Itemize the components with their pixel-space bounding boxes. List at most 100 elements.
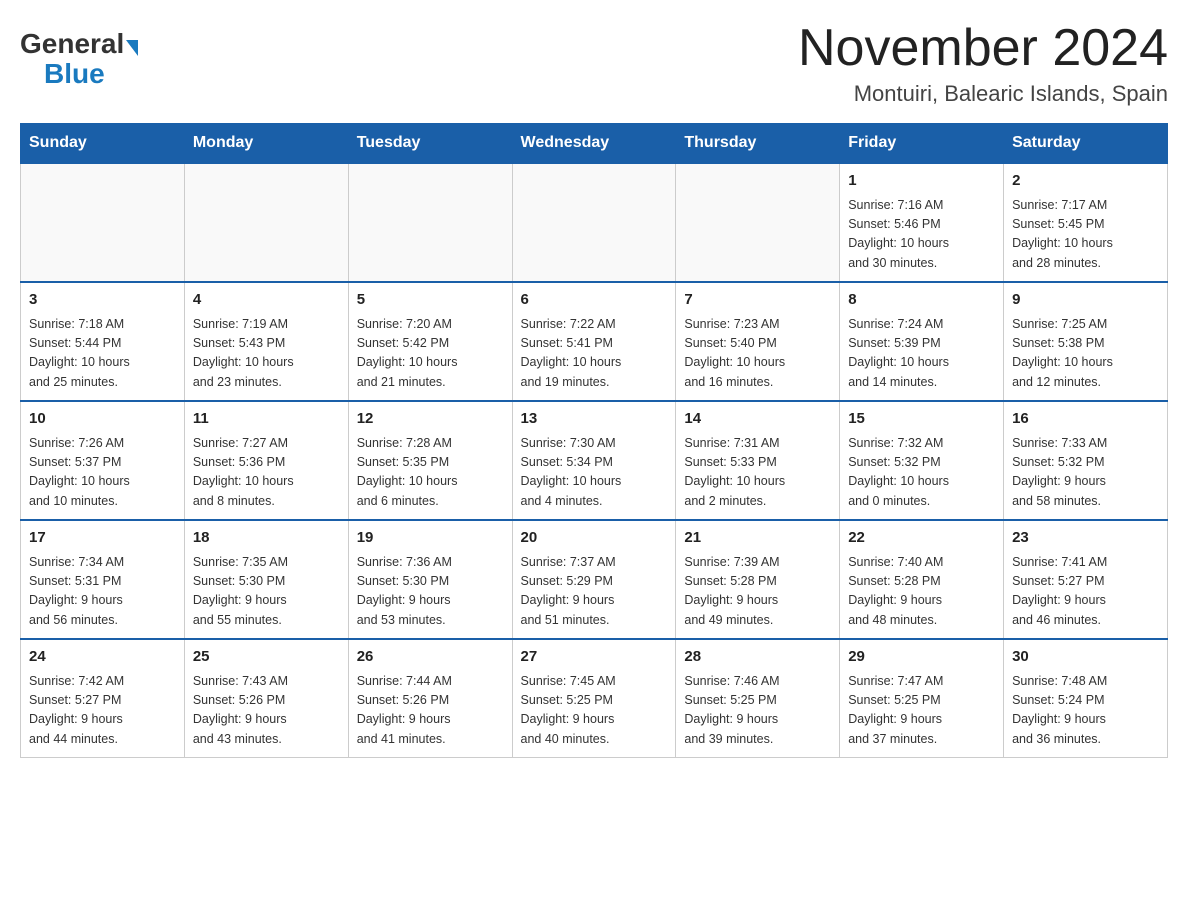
calendar-cell: 4Sunrise: 7:19 AM Sunset: 5:43 PM Daylig… <box>184 282 348 401</box>
day-info: Sunrise: 7:17 AM Sunset: 5:45 PM Dayligh… <box>1012 196 1159 274</box>
col-saturday: Saturday <box>1004 124 1168 164</box>
day-number: 6 <box>521 289 668 312</box>
calendar-cell: 13 Sunrise: 7:30 AM Sunset: 5:34 PM Dayli… <box>512 401 676 520</box>
page-header: General Blue November 2024 Montuiri, Bal… <box>20 20 1168 107</box>
day-info: Sunrise: 7:36 AM Sunset: 5:30 PM Dayligh… <box>357 553 504 631</box>
col-monday: Monday <box>184 124 348 164</box>
calendar-cell: 23Sunrise: 7:41 AM Sunset: 5:27 PM Dayli… <box>1004 520 1168 639</box>
calendar-week-row: 24 Sunrise: 7:42 AM Sunset: 5:27 PM Dayli… <box>21 639 1168 758</box>
calendar-cell: 8 Sunrise: 7:24 AM Sunset: 5:39 PM Daylig… <box>840 282 1004 401</box>
day-number: 3 <box>29 289 176 312</box>
day-info: Sunrise: 7:34 AM Sunset: 5:31 PM Dayligh… <box>29 553 176 631</box>
calendar-cell: 9Sunrise: 7:25 AM Sunset: 5:38 PM Daylig… <box>1004 282 1168 401</box>
calendar-cell: 27 Sunrise: 7:45 AM Sunset: 5:25 PM Dayli… <box>512 639 676 758</box>
calendar-cell: 7 Sunrise: 7:23 AM Sunset: 5:40 PM Daylig… <box>676 282 840 401</box>
day-number: 9 <box>1012 289 1159 312</box>
logo-arrow-icon <box>126 40 138 56</box>
day-number: 11 <box>193 408 340 431</box>
calendar-cell <box>676 163 840 282</box>
day-number: 18 <box>193 527 340 550</box>
day-number: 7 <box>684 289 831 312</box>
col-thursday: Thursday <box>676 124 840 164</box>
day-number: 27 <box>521 646 668 669</box>
calendar-cell: 20 Sunrise: 7:37 AM Sunset: 5:29 PM Dayli… <box>512 520 676 639</box>
calendar-cell: 2 Sunrise: 7:17 AM Sunset: 5:45 PM Daylig… <box>1004 163 1168 282</box>
calendar-header-row: Sunday Monday Tuesday Wednesday Thursday… <box>21 124 1168 164</box>
calendar-cell <box>512 163 676 282</box>
col-friday: Friday <box>840 124 1004 164</box>
calendar-cell <box>184 163 348 282</box>
day-info: Sunrise: 7:39 AM Sunset: 5:28 PM Dayligh… <box>684 553 831 631</box>
calendar-cell: 11 Sunrise: 7:27 AM Sunset: 5:36 PM Dayli… <box>184 401 348 520</box>
day-number: 13 <box>521 408 668 431</box>
day-number: 20 <box>521 527 668 550</box>
day-number: 16 <box>1012 408 1159 431</box>
day-info: Sunrise: 7:28 AM Sunset: 5:35 PM Dayligh… <box>357 434 504 512</box>
day-number: 24 <box>29 646 176 669</box>
calendar-table: Sunday Monday Tuesday Wednesday Thursday… <box>20 123 1168 758</box>
day-info: Sunrise: 7:48 AM Sunset: 5:24 PM Dayligh… <box>1012 672 1159 750</box>
logo: General Blue <box>20 28 138 90</box>
calendar-cell: 10Sunrise: 7:26 AM Sunset: 5:37 PM Dayli… <box>21 401 185 520</box>
calendar-cell: 22 Sunrise: 7:40 AM Sunset: 5:28 PM Dayli… <box>840 520 1004 639</box>
calendar-cell: 29Sunrise: 7:47 AM Sunset: 5:25 PM Dayli… <box>840 639 1004 758</box>
calendar-cell: 21 Sunrise: 7:39 AM Sunset: 5:28 PM Dayli… <box>676 520 840 639</box>
day-number: 5 <box>357 289 504 312</box>
day-info: Sunrise: 7:41 AM Sunset: 5:27 PM Dayligh… <box>1012 553 1159 631</box>
day-info: Sunrise: 7:31 AM Sunset: 5:33 PM Dayligh… <box>684 434 831 512</box>
day-info: Sunrise: 7:23 AM Sunset: 5:40 PM Dayligh… <box>684 315 831 393</box>
calendar-week-row: 10Sunrise: 7:26 AM Sunset: 5:37 PM Dayli… <box>21 401 1168 520</box>
day-info: Sunrise: 7:46 AM Sunset: 5:25 PM Dayligh… <box>684 672 831 750</box>
day-info: Sunrise: 7:27 AM Sunset: 5:36 PM Dayligh… <box>193 434 340 512</box>
day-info: Sunrise: 7:24 AM Sunset: 5:39 PM Dayligh… <box>848 315 995 393</box>
calendar-cell: 18 Sunrise: 7:35 AM Sunset: 5:30 PM Dayli… <box>184 520 348 639</box>
day-number: 1 <box>848 170 995 193</box>
col-tuesday: Tuesday <box>348 124 512 164</box>
day-info: Sunrise: 7:42 AM Sunset: 5:27 PM Dayligh… <box>29 672 176 750</box>
calendar-cell: 1Sunrise: 7:16 AM Sunset: 5:46 PM Daylig… <box>840 163 1004 282</box>
calendar-cell: 24 Sunrise: 7:42 AM Sunset: 5:27 PM Dayli… <box>21 639 185 758</box>
day-info: Sunrise: 7:32 AM Sunset: 5:32 PM Dayligh… <box>848 434 995 512</box>
calendar-cell: 26 Sunrise: 7:44 AM Sunset: 5:26 PM Dayli… <box>348 639 512 758</box>
day-number: 10 <box>29 408 176 431</box>
day-number: 26 <box>357 646 504 669</box>
day-number: 19 <box>357 527 504 550</box>
day-info: Sunrise: 7:35 AM Sunset: 5:30 PM Dayligh… <box>193 553 340 631</box>
day-number: 8 <box>848 289 995 312</box>
calendar-cell: 25 Sunrise: 7:43 AM Sunset: 5:26 PM Dayli… <box>184 639 348 758</box>
day-info: Sunrise: 7:33 AM Sunset: 5:32 PM Dayligh… <box>1012 434 1159 512</box>
page-title: November 2024 <box>798 20 1168 77</box>
calendar-cell: 19 Sunrise: 7:36 AM Sunset: 5:30 PM Dayli… <box>348 520 512 639</box>
calendar-week-row: 3 Sunrise: 7:18 AM Sunset: 5:44 PM Daylig… <box>21 282 1168 401</box>
day-number: 22 <box>848 527 995 550</box>
day-number: 15 <box>848 408 995 431</box>
calendar-week-row: 17Sunrise: 7:34 AM Sunset: 5:31 PM Dayli… <box>21 520 1168 639</box>
day-info: Sunrise: 7:20 AM Sunset: 5:42 PM Dayligh… <box>357 315 504 393</box>
day-info: Sunrise: 7:40 AM Sunset: 5:28 PM Dayligh… <box>848 553 995 631</box>
calendar-cell: 28 Sunrise: 7:46 AM Sunset: 5:25 PM Dayli… <box>676 639 840 758</box>
calendar-cell: 5 Sunrise: 7:20 AM Sunset: 5:42 PM Daylig… <box>348 282 512 401</box>
day-info: Sunrise: 7:19 AM Sunset: 5:43 PM Dayligh… <box>193 315 340 393</box>
day-number: 25 <box>193 646 340 669</box>
day-info: Sunrise: 7:47 AM Sunset: 5:25 PM Dayligh… <box>848 672 995 750</box>
day-number: 30 <box>1012 646 1159 669</box>
day-number: 21 <box>684 527 831 550</box>
day-number: 28 <box>684 646 831 669</box>
calendar-cell: 30 Sunrise: 7:48 AM Sunset: 5:24 PM Dayli… <box>1004 639 1168 758</box>
day-info: Sunrise: 7:43 AM Sunset: 5:26 PM Dayligh… <box>193 672 340 750</box>
day-number: 14 <box>684 408 831 431</box>
calendar-cell: 17Sunrise: 7:34 AM Sunset: 5:31 PM Dayli… <box>21 520 185 639</box>
calendar-cell <box>21 163 185 282</box>
col-wednesday: Wednesday <box>512 124 676 164</box>
day-info: Sunrise: 7:22 AM Sunset: 5:41 PM Dayligh… <box>521 315 668 393</box>
day-info: Sunrise: 7:44 AM Sunset: 5:26 PM Dayligh… <box>357 672 504 750</box>
calendar-cell: 12Sunrise: 7:28 AM Sunset: 5:35 PM Dayli… <box>348 401 512 520</box>
day-info: Sunrise: 7:45 AM Sunset: 5:25 PM Dayligh… <box>521 672 668 750</box>
day-number: 2 <box>1012 170 1159 193</box>
day-info: Sunrise: 7:37 AM Sunset: 5:29 PM Dayligh… <box>521 553 668 631</box>
col-sunday: Sunday <box>21 124 185 164</box>
day-info: Sunrise: 7:18 AM Sunset: 5:44 PM Dayligh… <box>29 315 176 393</box>
logo-blue-text: Blue <box>44 58 105 89</box>
calendar-cell: 14 Sunrise: 7:31 AM Sunset: 5:33 PM Dayli… <box>676 401 840 520</box>
day-info: Sunrise: 7:30 AM Sunset: 5:34 PM Dayligh… <box>521 434 668 512</box>
